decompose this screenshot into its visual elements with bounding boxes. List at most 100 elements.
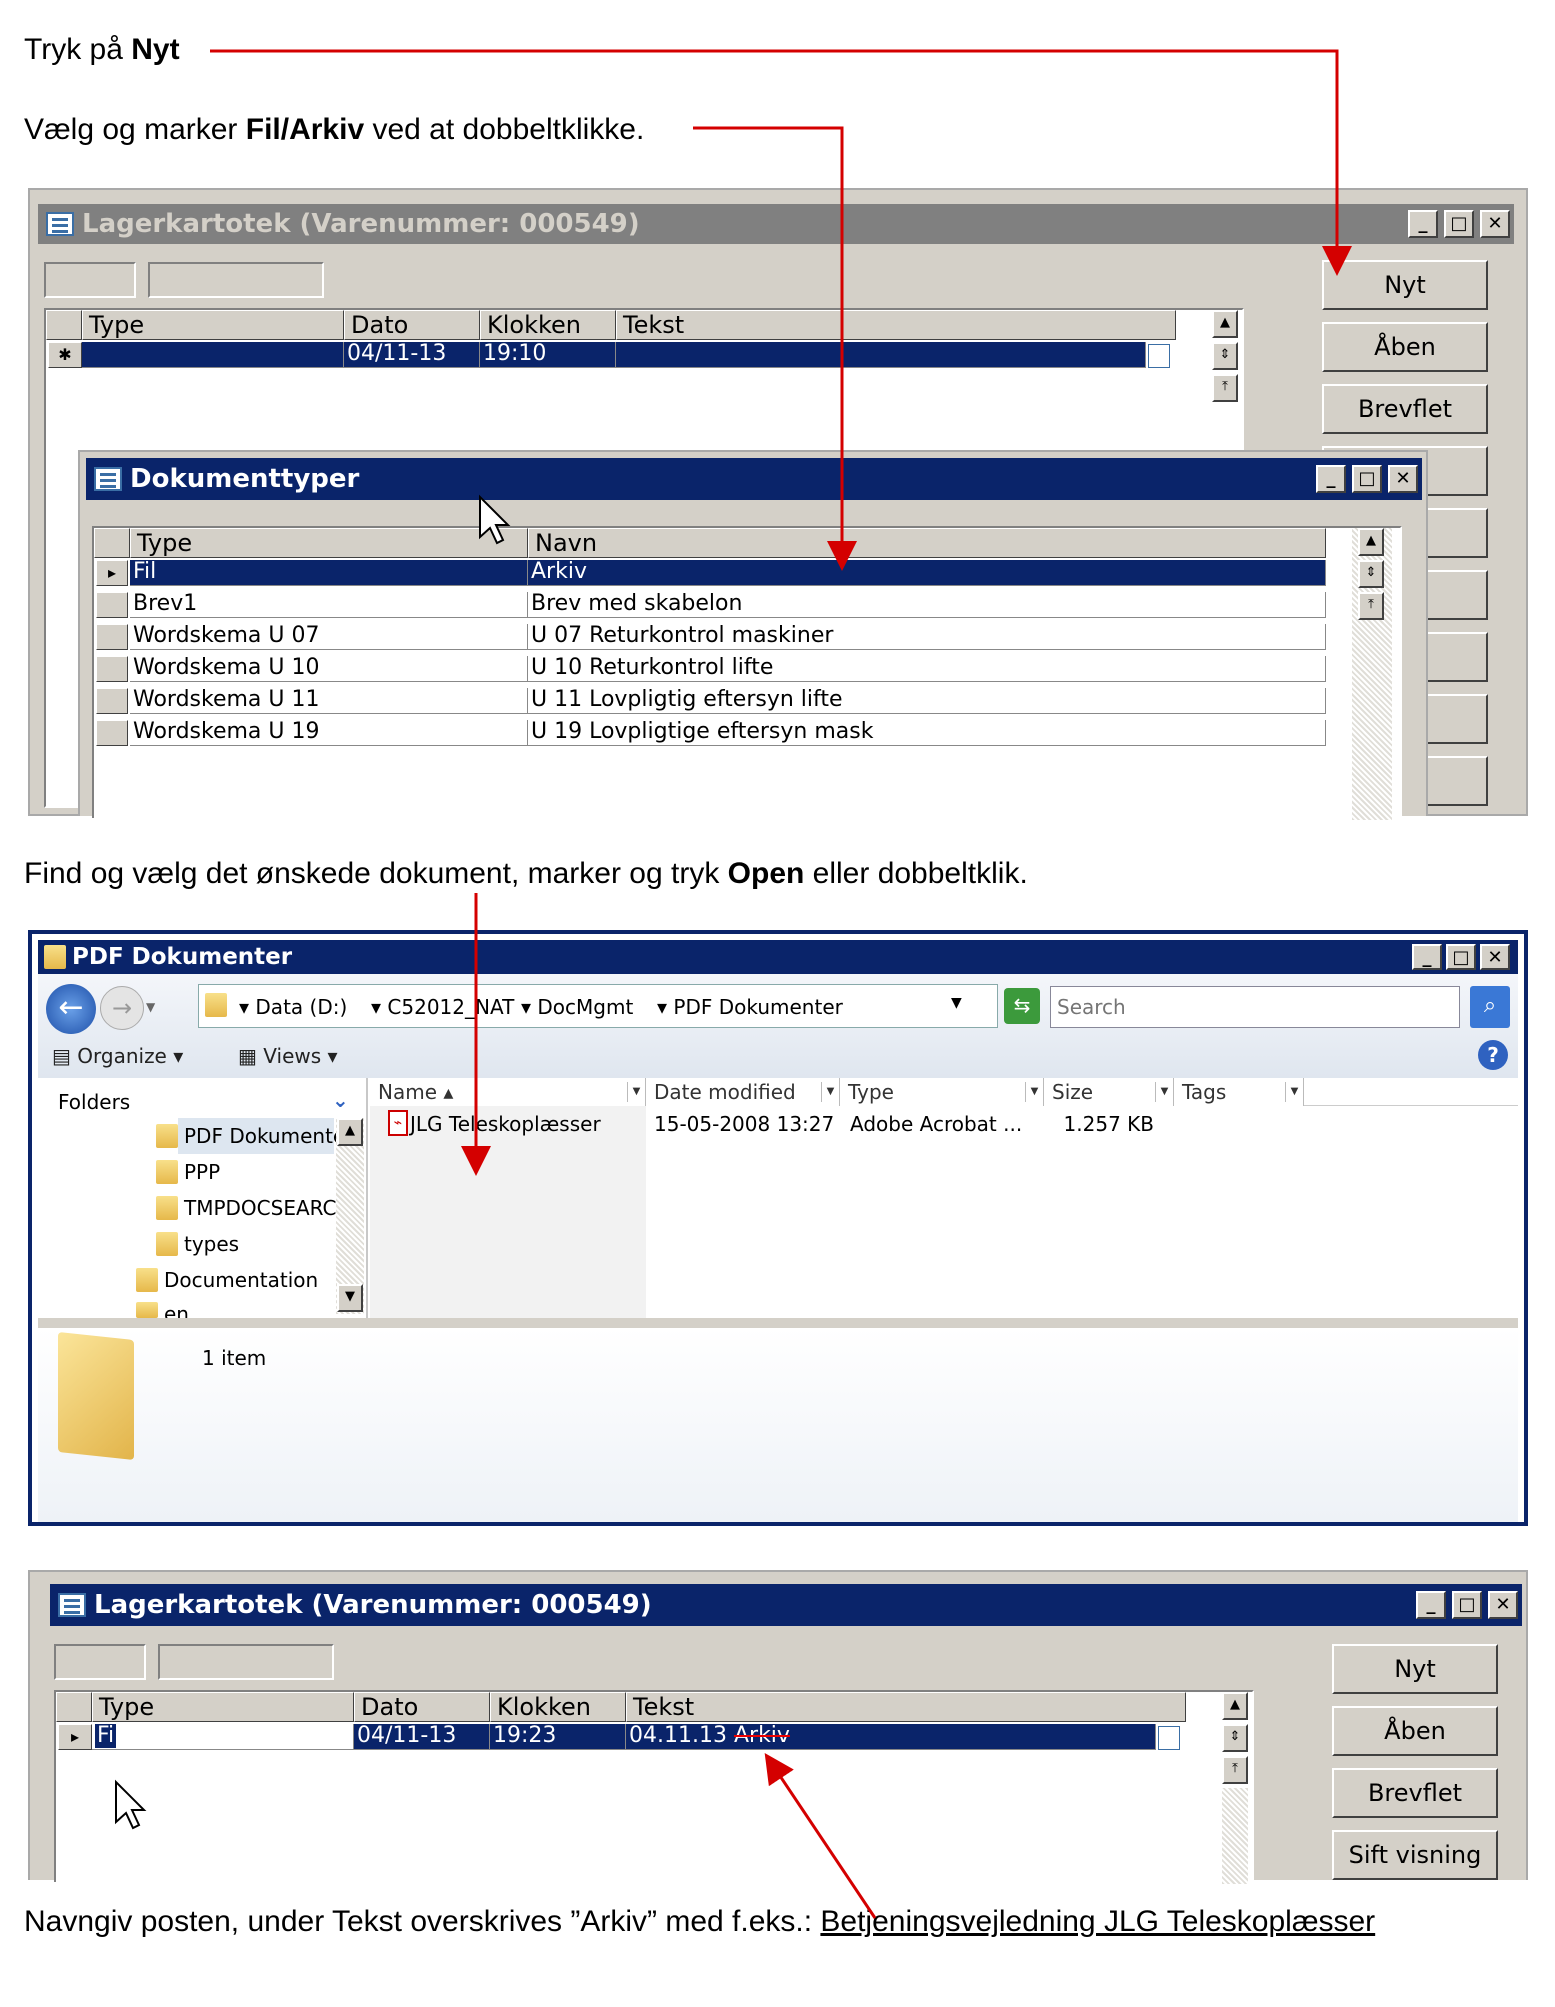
folder-item[interactable]: types xyxy=(184,1232,239,1256)
aaben-button[interactable]: Åben xyxy=(1332,1706,1498,1756)
brevflet-button[interactable]: Brevflet xyxy=(1322,384,1488,434)
close-button[interactable]: ✕ xyxy=(1480,944,1510,970)
minimize-button[interactable]: _ xyxy=(1412,944,1442,970)
column-header-type[interactable]: Type ▼ xyxy=(840,1078,1044,1106)
close-button[interactable]: ✕ xyxy=(1480,210,1510,238)
breadcrumb-item[interactable]: ▾ DocMgmt xyxy=(521,995,633,1019)
file-name[interactable]: JLG Teleskoplæsser xyxy=(410,1112,601,1136)
views-menu[interactable]: ▦ Views ▾ xyxy=(238,1044,338,1068)
scroll-up-button[interactable]: ▲ xyxy=(337,1118,363,1146)
organize-menu[interactable]: ▤ Organize ▾ xyxy=(52,1044,183,1068)
address-bar[interactable]: ▾ Data (D:) ▾ C52012_NAT ▾ DocMgmt ▾ PDF… xyxy=(198,984,998,1028)
scroll-step-button[interactable]: ⇕ xyxy=(1358,560,1384,588)
dokumenttyper-grid[interactable]: Type Navn ▲ ⇕ ⤒ ▸ Fil Arkiv Brev1 Brev m… xyxy=(92,526,1402,820)
column-header-klokken[interactable]: Klokken xyxy=(490,1692,626,1722)
refresh-icon[interactable]: ⇆ xyxy=(1004,988,1040,1024)
forward-arrow-icon[interactable]: → xyxy=(100,986,144,1030)
maximize-button[interactable]: □ xyxy=(1452,1591,1482,1619)
column-header-type[interactable]: Type xyxy=(82,310,344,340)
scroll-up-button[interactable]: ▲ xyxy=(1222,1692,1248,1720)
maximize-button[interactable]: □ xyxy=(1444,210,1474,238)
cell-type[interactable]: Wordskema U 11 xyxy=(130,688,528,714)
row-selector[interactable] xyxy=(96,688,128,714)
breadcrumb-item[interactable]: ▾ PDF Dokumenter xyxy=(657,995,843,1019)
cell-dato[interactable]: 04/11-13 xyxy=(344,342,480,368)
column-header-date[interactable]: Date modified ▼ xyxy=(646,1078,840,1106)
row-selector[interactable]: ▸ xyxy=(96,560,128,586)
address-dropdown-icon[interactable]: ▼ xyxy=(951,995,962,1011)
cell-klokken[interactable]: 19:10 xyxy=(480,342,616,368)
cell-navn[interactable]: U 19 Lovpligtige eftersyn mask xyxy=(528,720,1326,746)
folder-item[interactable]: PPP xyxy=(184,1160,220,1184)
scroll-end-button[interactable]: ⤒ xyxy=(1358,592,1384,620)
cell-navn[interactable]: U 07 Returkontrol maskiner xyxy=(528,624,1326,650)
column-header-type[interactable]: Type xyxy=(130,528,528,558)
cell-navn[interactable]: U 10 Returkontrol lifte xyxy=(528,656,1326,682)
search-input[interactable] xyxy=(1050,986,1460,1028)
nyt-button[interactable]: Nyt xyxy=(1322,260,1488,310)
cell-dato[interactable]: 04/11-13 xyxy=(354,1724,490,1750)
nyt-button[interactable]: Nyt xyxy=(1332,1644,1498,1694)
help-icon[interactable]: ? xyxy=(1478,1040,1508,1070)
cell-navn[interactable]: U 11 Lovpligtig eftersyn lifte xyxy=(528,688,1326,714)
scrollbar-track[interactable] xyxy=(1222,1788,1248,1884)
column-header-tekst[interactable]: Tekst xyxy=(616,310,1176,340)
column-header-tekst[interactable]: Tekst xyxy=(626,1692,1186,1722)
row-selector[interactable]: ▸ xyxy=(58,1724,92,1750)
cell-type[interactable]: Wordskema U 10 xyxy=(130,656,528,682)
cell-tekst[interactable] xyxy=(616,342,1146,368)
brevflet-button[interactable]: Brevflet xyxy=(1332,1768,1498,1818)
breadcrumb-item[interactable]: ▾ C52012_NAT xyxy=(371,995,514,1019)
maximize-button[interactable]: □ xyxy=(1352,465,1382,493)
note-icon[interactable] xyxy=(1148,344,1170,368)
note-icon[interactable] xyxy=(1158,1726,1180,1750)
scroll-up-button[interactable]: ▲ xyxy=(1212,310,1238,338)
back-arrow-icon[interactable]: ← xyxy=(46,984,96,1034)
search-icon[interactable]: ⌕ xyxy=(1470,986,1510,1028)
cell-type[interactable]: Fi xyxy=(92,1724,354,1750)
cell-type[interactable] xyxy=(82,342,344,368)
close-button[interactable]: ✕ xyxy=(1388,465,1418,493)
scroll-down-button[interactable]: ▼ xyxy=(337,1284,363,1312)
column-header-size[interactable]: Size ▼ xyxy=(1044,1078,1174,1106)
row-selector[interactable] xyxy=(96,624,128,650)
row-selector[interactable] xyxy=(96,592,128,618)
folder-item[interactable]: en xyxy=(164,1302,189,1318)
file-row[interactable]: ⌁ JLG Teleskoplæsser 15-05-2008 13:27 Ad… xyxy=(370,1108,1304,1138)
history-dropdown-icon[interactable]: ▼ xyxy=(146,1000,155,1014)
cell-type[interactable]: Wordskema U 19 xyxy=(130,720,528,746)
scroll-up-button[interactable]: ▲ xyxy=(1358,528,1384,556)
folder-item[interactable]: TMPDOCSEARCH xyxy=(184,1196,352,1220)
folder-item[interactable]: PDF Dokumenter xyxy=(184,1124,353,1148)
cell-type[interactable]: Wordskema U 07 xyxy=(130,624,528,650)
cell-type[interactable]: Fil xyxy=(130,560,528,586)
chevron-down-icon[interactable]: ⌄ xyxy=(332,1088,349,1112)
breadcrumb-item[interactable]: ▾ Data (D:) xyxy=(239,995,347,1019)
column-header-type[interactable]: Type xyxy=(92,1692,354,1722)
cell-type[interactable]: Brev1 xyxy=(130,592,528,618)
folders-label[interactable]: Folders xyxy=(58,1090,130,1114)
scroll-end-button[interactable]: ⤒ xyxy=(1222,1756,1248,1784)
scroll-step-button[interactable]: ⇕ xyxy=(1212,342,1238,370)
entries-grid[interactable]: Type Dato Klokken Tekst ▸ Fi 04/11-13 19… xyxy=(54,1690,1254,1884)
minimize-button[interactable]: _ xyxy=(1416,1591,1446,1619)
row-selector[interactable] xyxy=(96,656,128,682)
minimize-button[interactable]: _ xyxy=(1408,210,1438,238)
maximize-button[interactable]: □ xyxy=(1446,944,1476,970)
splitter[interactable] xyxy=(38,1318,1518,1328)
folder-item[interactable]: Documentation xyxy=(164,1268,318,1292)
sift-visning-button[interactable]: Sift visning xyxy=(1332,1830,1498,1880)
close-button[interactable]: ✕ xyxy=(1488,1591,1518,1619)
column-header-navn[interactable]: Navn xyxy=(528,528,1326,558)
column-header-name[interactable]: Name ▴ ▼ xyxy=(370,1078,646,1106)
aaben-button[interactable]: Åben xyxy=(1322,322,1488,372)
row-selector[interactable] xyxy=(96,720,128,746)
column-header-dato[interactable]: Dato xyxy=(344,310,480,340)
scroll-step-button[interactable]: ⇕ xyxy=(1222,1724,1248,1752)
column-header-dato[interactable]: Dato xyxy=(354,1692,490,1722)
column-header-klokken[interactable]: Klokken xyxy=(480,310,616,340)
minimize-button[interactable]: _ xyxy=(1316,465,1346,493)
scroll-end-button[interactable]: ⤒ xyxy=(1212,374,1238,402)
cell-tekst[interactable]: 04.11.13 Arkiv xyxy=(626,1724,1156,1750)
cell-klokken[interactable]: 19:23 xyxy=(490,1724,626,1750)
